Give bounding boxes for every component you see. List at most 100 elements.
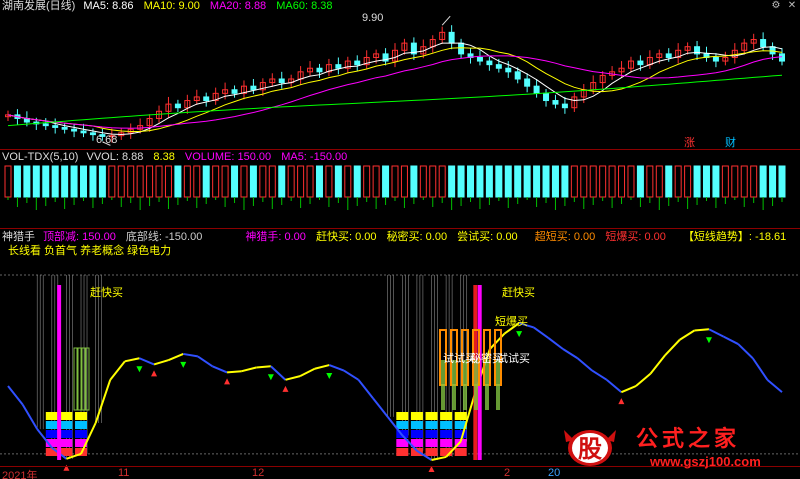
candle-body <box>769 46 776 55</box>
volume-bar <box>618 165 626 198</box>
volume-bar <box>23 165 31 198</box>
volume-bar <box>429 165 437 198</box>
volume-bar <box>297 165 305 198</box>
volume-bar <box>268 165 276 198</box>
volume-bar <box>693 165 701 198</box>
tick-2021: 2021年 <box>2 470 38 479</box>
candle-body <box>174 103 181 109</box>
settings-icon[interactable]: ⚙ <box>770 1 782 11</box>
volume-bar <box>42 165 50 198</box>
volume-bar <box>80 165 88 198</box>
volume-bar <box>570 165 578 198</box>
buy-arrow <box>224 378 231 385</box>
indicator-curve-segment <box>737 343 754 359</box>
volume-bar <box>674 165 682 198</box>
volume-bar <box>391 165 399 198</box>
chao-label: 超短买: 0.00 <box>534 231 596 243</box>
indicator-curve-segment <box>197 355 214 368</box>
bottom-stack-bar <box>410 421 423 429</box>
volume-bar <box>61 165 69 198</box>
volume-bar <box>457 165 465 198</box>
volume-bar <box>750 165 758 198</box>
volume-bar <box>438 165 446 198</box>
volume-bar <box>221 165 229 198</box>
volume-bar <box>325 165 333 198</box>
bottom-stack-bar <box>454 430 467 438</box>
volume-bar <box>164 165 172 198</box>
candle-body <box>316 67 323 73</box>
bottom-stack-bar <box>425 448 438 456</box>
volume-bar <box>306 165 314 198</box>
indicator-curve-segment <box>212 365 228 374</box>
bottom-stack-bar <box>396 421 409 429</box>
bottom-stack-bar <box>440 412 453 420</box>
volume-bar <box>769 165 777 198</box>
candle-body <box>203 96 210 102</box>
volume-bar <box>410 165 418 198</box>
bottom-stack-bar <box>410 448 423 456</box>
ind-title: 神猎手 <box>2 231 35 243</box>
volume-bar <box>108 165 116 198</box>
volume-bar <box>315 165 323 198</box>
volume-bar <box>580 165 588 198</box>
signal-box-small <box>73 347 78 411</box>
candle-body <box>61 126 68 130</box>
tick-12: 12 <box>252 467 265 479</box>
bottom-stack-bar <box>75 412 88 420</box>
volume-bar <box>419 165 427 198</box>
bottom-stack-bar <box>396 448 409 456</box>
indicator-curve-segment <box>168 353 184 362</box>
volume-bar <box>627 165 635 198</box>
tick-2: 2 <box>504 467 511 479</box>
bottom-stack-bar <box>45 421 58 429</box>
candle-body <box>514 71 521 80</box>
candle-body <box>486 60 493 66</box>
separator-vol-ind <box>0 228 800 229</box>
high-marker <box>441 15 451 26</box>
indicator-curve-segment <box>664 339 681 356</box>
volume-bar <box>514 165 522 198</box>
bottom-stack-bar <box>440 421 453 429</box>
indicator-curve-segment <box>649 354 666 375</box>
indicator-curve-segment <box>285 375 301 381</box>
indicator-curve-segment <box>153 359 169 366</box>
ma10-label: MA10: 9.00 <box>143 0 200 12</box>
indicator-curve-segment <box>7 385 24 406</box>
bottom-stack-bar <box>454 448 467 456</box>
candle-body <box>335 64 342 69</box>
tick-11: 11 <box>118 467 130 479</box>
volume-bar <box>183 165 191 198</box>
buy-arrow <box>282 385 289 392</box>
bottom-stack-bar <box>440 439 453 447</box>
volume-bar <box>70 165 78 198</box>
bottom-stack-bar <box>425 412 438 420</box>
candle-body <box>505 67 512 73</box>
candle-body <box>71 128 78 132</box>
indicator-curve-segment <box>226 370 242 374</box>
volume-bar <box>212 165 220 198</box>
indicator-curve-segment <box>139 357 155 366</box>
indicator-curve-segment <box>562 348 579 360</box>
volume-bar <box>759 165 767 198</box>
volume-bar <box>712 165 720 198</box>
volume-bar <box>542 165 550 198</box>
bottom-stack-bar <box>425 439 438 447</box>
sell-arrow <box>267 374 274 381</box>
candle-body <box>80 130 87 134</box>
volume-bar <box>731 165 739 198</box>
sell-arrow <box>136 366 143 373</box>
bottom-stack-bar <box>396 412 409 420</box>
volume-bar <box>599 165 607 198</box>
signal-bao: 短爆买 <box>495 316 528 328</box>
candle-body <box>543 92 550 102</box>
vvol-label: VVOL: 8.88 <box>86 151 144 163</box>
volume-bar <box>278 165 286 198</box>
indicator-curve-segment <box>328 364 345 372</box>
close-icon[interactable]: ✕ <box>786 1 798 11</box>
bao-label: 短爆买: 0.00 <box>605 231 666 243</box>
volume-bar <box>117 165 125 198</box>
trend-label: 【短线趋势】: -18.61 <box>682 231 787 243</box>
indicator-curve-segment <box>94 379 112 424</box>
shen-label: 神猎手: 0.00 <box>245 231 306 243</box>
candle-body <box>89 132 96 136</box>
